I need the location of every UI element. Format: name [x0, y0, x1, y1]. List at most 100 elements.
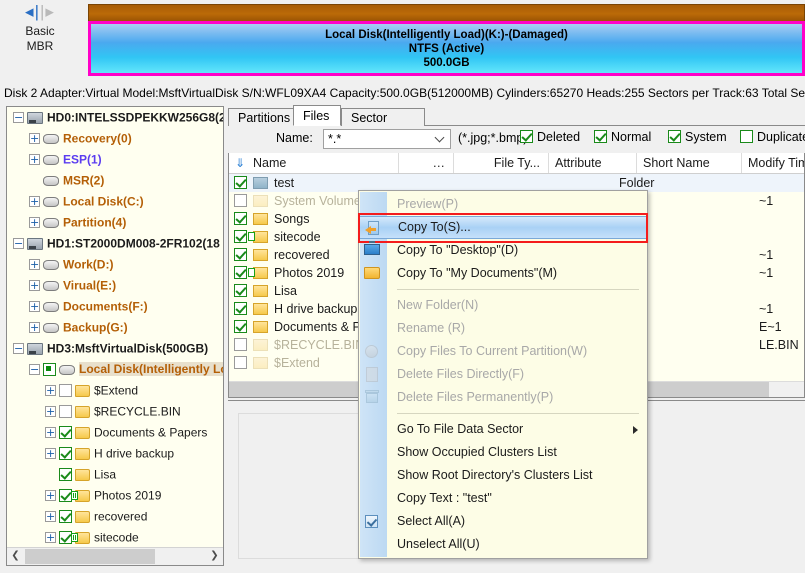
tree-node[interactable]: +$Extend [7, 380, 223, 401]
column-attribute[interactable]: Attribute [549, 153, 637, 173]
device-tree[interactable]: −HD0:INTELSSDPEKKW256G8(2+Recovery(0)+ES… [7, 107, 223, 548]
submenu-arrow-icon[interactable] [633, 426, 638, 434]
tree-node[interactable]: +Work(D:) [7, 254, 223, 275]
checkbox-system-icon[interactable] [668, 130, 681, 143]
collapse-icon[interactable]: − [13, 112, 24, 123]
tree-checkbox[interactable] [43, 363, 56, 376]
tree-checkbox[interactable] [59, 426, 72, 439]
tree-checkbox[interactable] [59, 510, 72, 523]
tree-node[interactable]: +Backup(G:) [7, 317, 223, 338]
row-checkbox[interactable] [234, 176, 247, 189]
expand-icon[interactable]: + [45, 385, 56, 396]
expand-icon[interactable]: + [45, 511, 56, 522]
menu-item-copy-text-test[interactable]: Copy Text : "test" [359, 487, 647, 510]
checkbox-deleted-icon[interactable] [520, 130, 533, 143]
row-checkbox[interactable] [234, 338, 247, 351]
tree-node[interactable]: +Virual(E:) [7, 275, 223, 296]
filter-deleted[interactable]: Deleted [520, 130, 580, 144]
tree-node[interactable]: +Documents & Papers [7, 422, 223, 443]
filter-system[interactable]: System [668, 130, 727, 144]
expand-icon[interactable]: + [29, 133, 40, 144]
menu-item-select-all-a[interactable]: Select All(A) [359, 510, 647, 533]
expand-icon[interactable]: + [29, 322, 40, 333]
expand-icon[interactable]: + [45, 427, 56, 438]
column-short-name[interactable]: Short Name [637, 153, 742, 173]
tree-node[interactable]: +recovered [7, 506, 223, 527]
row-checkbox[interactable] [234, 248, 247, 261]
row-checkbox[interactable] [234, 266, 247, 279]
menu-item-go-to-file-data-sector[interactable]: Go To File Data Sector [359, 418, 647, 441]
row-checkbox[interactable] [234, 302, 247, 315]
tree-node[interactable]: +H drive backup [7, 443, 223, 464]
checkbox-duplicate-icon[interactable] [740, 130, 753, 143]
expand-icon[interactable]: + [29, 280, 40, 291]
tree-checkbox[interactable] [59, 468, 72, 481]
expand-icon[interactable]: + [29, 196, 40, 207]
expand-icon[interactable]: + [45, 490, 56, 501]
expand-icon[interactable]: + [45, 448, 56, 459]
tree-horizontal-scrollbar[interactable]: ❮ ❯ [7, 547, 223, 565]
checkbox-normal-icon[interactable] [594, 130, 607, 143]
name-filter-combobox[interactable]: *.* [323, 129, 451, 149]
row-checkbox[interactable] [234, 194, 247, 207]
filter-duplicate[interactable]: Duplicate [740, 130, 805, 144]
tree-node[interactable]: +$RECYCLE.BIN [7, 401, 223, 422]
tree-node[interactable]: −Local Disk(Intelligently Lo [7, 359, 223, 380]
column-modify-time[interactable]: Modify Time [742, 153, 805, 173]
column-size[interactable]: … [399, 153, 454, 173]
tree-node[interactable]: MSR(2) [7, 170, 223, 191]
tree-node[interactable]: +Photos 2019 [7, 485, 223, 506]
tree-node[interactable]: −HD3:MsftVirtualDisk(500GB) [7, 338, 223, 359]
row-checkbox[interactable] [234, 320, 247, 333]
tree-node[interactable]: +sitecode [7, 527, 223, 548]
expand-icon[interactable]: + [45, 532, 56, 543]
row-checkbox[interactable] [234, 212, 247, 225]
context-menu[interactable]: Preview(P)Copy To(S)...Copy To "Desktop"… [358, 190, 648, 559]
prev-disk-icon[interactable]: ◂| [25, 2, 40, 21]
partition-block-selected[interactable]: Local Disk(Intelligently Load)(K:)-(Dama… [88, 21, 805, 76]
tree-checkbox[interactable] [59, 384, 72, 397]
tree-scroll-thumb[interactable] [25, 549, 155, 564]
expand-icon[interactable]: + [29, 154, 40, 165]
disk-nav-arrows[interactable]: ◂||▸ [8, 2, 72, 24]
tree-node[interactable]: +Documents(F:) [7, 296, 223, 317]
tree-node[interactable]: +Recovery(0) [7, 128, 223, 149]
expand-icon[interactable]: + [29, 301, 40, 312]
tab-files[interactable]: Files [293, 105, 341, 126]
column-file-type[interactable]: File Ty... [454, 153, 549, 173]
collapse-icon[interactable]: − [13, 238, 24, 249]
column-name[interactable]: Name [229, 153, 399, 173]
name-filter-value[interactable]: *.* [328, 132, 341, 146]
tree-node[interactable]: −HD0:INTELSSDPEKKW256G8(2 [7, 107, 223, 128]
extensions-hint: (*.jpg;*.bmp) [458, 131, 527, 145]
collapse-icon[interactable]: − [13, 343, 24, 354]
tree-checkbox[interactable] [59, 405, 72, 418]
tree-scroll-right-icon[interactable]: ❯ [206, 548, 223, 565]
menu-item-show-root-directory-s-clusters-list[interactable]: Show Root Directory's Clusters List [359, 464, 647, 487]
menu-item-unselect-all-u[interactable]: Unselect All(U) [359, 533, 647, 556]
menu-item-copy-to-s[interactable]: Copy To(S)... [359, 216, 647, 239]
tree-node[interactable]: +ESP(1) [7, 149, 223, 170]
tree-scroll-left-icon[interactable]: ❮ [7, 548, 24, 565]
expand-icon[interactable]: + [29, 259, 40, 270]
collapse-icon[interactable]: − [29, 364, 40, 375]
tree-checkbox[interactable] [59, 447, 72, 460]
row-checkbox[interactable] [234, 356, 247, 369]
folder-pale-icon [253, 339, 268, 351]
expand-icon[interactable]: + [45, 406, 56, 417]
row-checkbox[interactable] [234, 284, 247, 297]
menu-item-copy-to-my-documents-m[interactable]: Copy To "My Documents"(M) [359, 262, 647, 285]
tab-partitions[interactable]: Partitions [228, 108, 294, 126]
filter-normal[interactable]: Normal [594, 130, 651, 144]
tree-node[interactable]: +Local Disk(C:) [7, 191, 223, 212]
menu-item-copy-to-desktop-d[interactable]: Copy To "Desktop"(D) [359, 239, 647, 262]
tree-node[interactable]: Lisa [7, 464, 223, 485]
next-disk-icon[interactable]: |▸ [40, 2, 55, 21]
tab-sector-editor[interactable]: Sector Editor [341, 108, 425, 126]
tree-node[interactable]: −HD1:ST2000DM008-2FR102(18 [7, 233, 223, 254]
expand-icon[interactable]: + [29, 217, 40, 228]
chevron-down-icon[interactable] [436, 134, 445, 143]
tree-node[interactable]: +Partition(4) [7, 212, 223, 233]
menu-item-show-occupied-clusters-list[interactable]: Show Occupied Clusters List [359, 441, 647, 464]
row-checkbox[interactable] [234, 230, 247, 243]
